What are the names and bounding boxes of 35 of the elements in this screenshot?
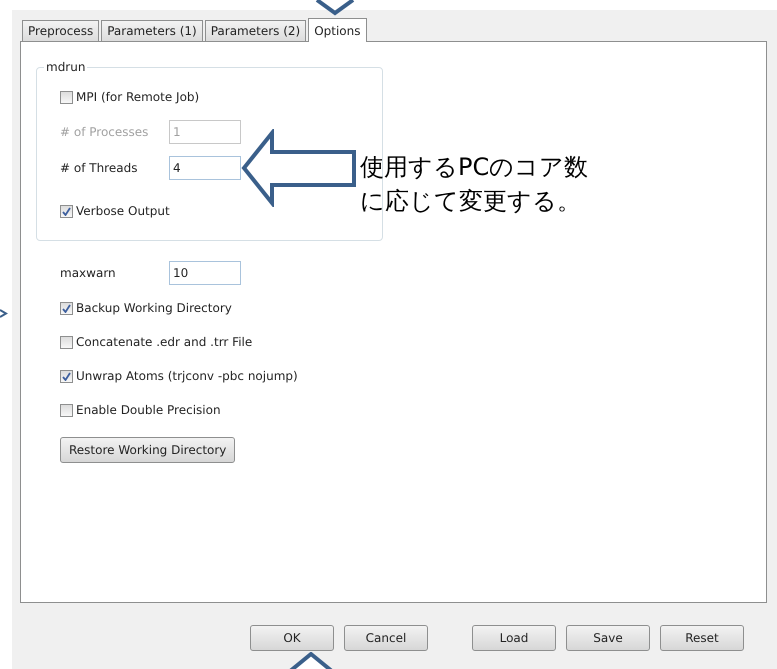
check-icon bbox=[62, 304, 71, 312]
checkbox-label: Concatenate .edr and .trr File bbox=[76, 334, 252, 351]
field-label: # of Threads bbox=[60, 160, 138, 177]
dialog-button[interactable]: Reset bbox=[660, 625, 744, 651]
dialog-button[interactable]: Load bbox=[472, 625, 556, 651]
input-field[interactable]: 10 bbox=[169, 261, 241, 285]
group-title: mdrun bbox=[45, 59, 86, 76]
checkbox[interactable] bbox=[60, 336, 73, 348]
tab[interactable]: Parameters (1) bbox=[101, 20, 203, 41]
arrow-drawing bbox=[315, 0, 355, 16]
field-label: maxwarn bbox=[60, 265, 117, 282]
annotation-text: 使用するPCのコア数 bbox=[360, 152, 588, 183]
checkbox[interactable] bbox=[60, 204, 73, 218]
check-icon bbox=[62, 206, 71, 216]
dialog-button[interactable]: Cancel bbox=[344, 625, 428, 651]
tab[interactable]: Preprocess bbox=[22, 20, 100, 41]
checkbox-label: Verbose Output bbox=[76, 203, 170, 220]
checkbox[interactable] bbox=[60, 370, 73, 382]
tab[interactable]: Options bbox=[308, 18, 367, 42]
annotation-text: に応じて変更する。 bbox=[360, 186, 582, 217]
tab[interactable]: Parameters (2) bbox=[204, 20, 306, 41]
checkbox[interactable] bbox=[60, 302, 73, 314]
dialog-button[interactable]: Save bbox=[566, 625, 650, 651]
arrow-drawing bbox=[0, 308, 10, 319]
field-label: # of Processes bbox=[60, 124, 150, 141]
checkbox-label: Unwrap Atoms (trjconv -pbc nojump) bbox=[76, 368, 298, 385]
restore-button[interactable]: Restore Working Directory bbox=[60, 437, 236, 463]
check-icon bbox=[62, 372, 71, 380]
input-field[interactable]: 4 bbox=[169, 156, 241, 180]
checkbox-label: Backup Working Directory bbox=[76, 300, 232, 317]
checkbox[interactable] bbox=[60, 90, 73, 104]
checkbox-label: MPI (for Remote Job) bbox=[76, 89, 200, 106]
checkbox-label: Enable Double Precision bbox=[76, 402, 221, 419]
checkbox[interactable] bbox=[60, 404, 73, 416]
dialog-button[interactable]: OK bbox=[250, 625, 334, 651]
